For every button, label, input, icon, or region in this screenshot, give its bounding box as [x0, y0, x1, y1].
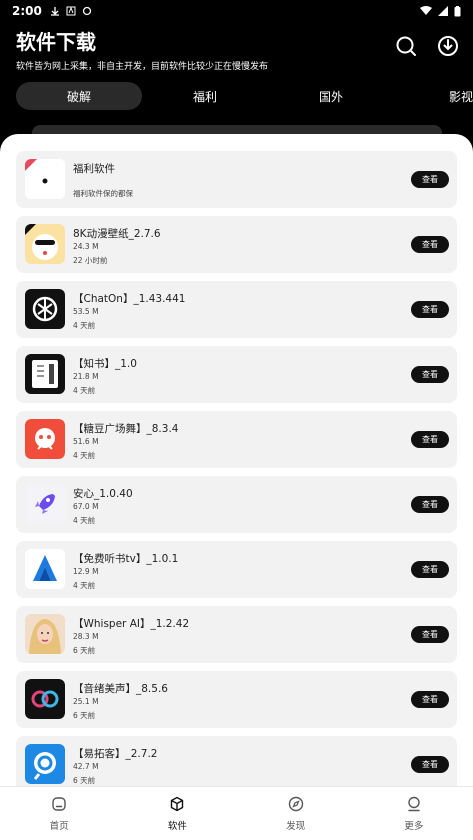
app-size: 28.3 M [73, 632, 99, 641]
app-name: 安心_1.0.40 [73, 488, 133, 500]
app-size: 24.3 M [73, 242, 99, 251]
app-name: 【音绪美声】_8.5.6 [73, 683, 168, 695]
app-size: 67.0 M [73, 502, 99, 511]
zhishu-icon [25, 354, 65, 394]
search-icon [396, 36, 416, 56]
nav-software-label: 软件 [167, 821, 187, 832]
app-header: 软件下载 软件皆为网上采集，非自主开发，目前软件比较少正在慢慢发布 [16, 26, 460, 72]
welfare-icon [25, 159, 65, 199]
nav-discover[interactable]: 发现 [237, 787, 355, 840]
page-subtitle: 软件皆为网上采集，非自主开发，目前软件比较少正在慢慢发布 [16, 62, 269, 72]
anime-wallpaper-icon [25, 224, 65, 264]
battery-icon [454, 5, 461, 16]
list-item[interactable]: 【糖豆广场舞】_8.3.4 51.6 M 4 天前 查看 [16, 411, 457, 468]
view-button[interactable]: 查看 [411, 236, 449, 253]
app-size: 12.9 M [73, 567, 99, 576]
wifi-icon [420, 6, 432, 15]
app-size: 42.7 M [73, 762, 99, 771]
app-time: 4 天前 [73, 581, 96, 590]
app-size: 21.8 M [73, 372, 99, 381]
user-icon [408, 796, 420, 812]
tangdou-icon [25, 419, 65, 459]
bottom-nav: 首页 软件 发现 更多 [0, 786, 473, 840]
app-time: 4 天前 [73, 516, 96, 525]
app-time: 6 天前 [73, 776, 96, 785]
tab-pojie[interactable]: 破解 [16, 82, 142, 110]
page-title: 软件下载 [16, 30, 96, 54]
download-button[interactable] [436, 34, 460, 58]
app-time: 4 天前 [73, 321, 96, 330]
list-item[interactable]: 8K动漫壁纸_2.7.6 24.3 M 22 小时前 查看 [16, 216, 457, 273]
app-name: 福利软件 [73, 163, 115, 175]
app-name: 【免费听书tv】_1.0.1 [73, 553, 179, 565]
font-status-icon [66, 6, 76, 16]
nav-more-label: 更多 [404, 821, 424, 832]
whisper-ai-icon [25, 614, 65, 654]
nav-more[interactable]: 更多 [355, 787, 473, 840]
view-button[interactable]: 查看 [411, 431, 449, 448]
home-icon [52, 797, 66, 811]
app-list-sheet[interactable]: 福利软件 福利软件保的都保 查看 8K动漫壁纸_2.7.6 24.3 M 22 … [0, 134, 473, 840]
chaton-icon [25, 289, 65, 329]
list-item[interactable]: 【免费听书tv】_1.0.1 12.9 M 4 天前 查看 [16, 541, 457, 598]
list-item[interactable]: 福利软件 福利软件保的都保 查看 [16, 151, 457, 208]
box-icon [171, 796, 184, 812]
download-status-icon [50, 7, 59, 16]
app-name: 【ChatOn】_1.43.441 [73, 293, 186, 305]
download-icon [438, 36, 458, 56]
list-item[interactable]: 【易拓客】_2.7.2 42.7 M 6 天前 查看 [16, 736, 457, 793]
app-status-icon [82, 6, 92, 16]
view-button[interactable]: 查看 [411, 626, 449, 643]
tab-guowai[interactable]: 国外 [268, 82, 394, 110]
app-size: 51.6 M [73, 437, 99, 446]
category-tabs: 破解 福利 国外 影视 [16, 82, 473, 110]
app-name: 【易拓客】_2.7.2 [73, 748, 158, 760]
list-item[interactable]: 【ChatOn】_1.43.441 53.5 M 4 天前 查看 [16, 281, 457, 338]
list-item[interactable]: 【Whisper AI】_1.2.42 28.3 M 6 天前 查看 [16, 606, 457, 663]
list-item[interactable]: 【音绪美声】_8.5.6 25.1 M 6 天前 查看 [16, 671, 457, 728]
app-time: 22 小时前 [73, 256, 108, 265]
app-size: 25.1 M [73, 697, 99, 706]
tab-yingshi[interactable]: 影视 [394, 82, 473, 110]
rocket-icon [25, 484, 65, 524]
app-time: 6 天前 [73, 711, 96, 720]
nav-home-label: 首页 [49, 821, 69, 832]
nav-home[interactable]: 首页 [0, 787, 118, 840]
app-desc: 福利软件保的都保 [73, 189, 133, 198]
app-time: 6 天前 [73, 646, 96, 655]
app-list: 福利软件 福利软件保的都保 查看 8K动漫壁纸_2.7.6 24.3 M 22 … [16, 151, 457, 801]
search-button[interactable] [394, 34, 418, 58]
app-time: 4 天前 [73, 386, 96, 395]
tab-fuli[interactable]: 福利 [142, 82, 268, 110]
signal-icon [438, 6, 448, 16]
view-button[interactable]: 查看 [411, 691, 449, 708]
status-time: 2:00 [12, 4, 42, 18]
app-name: 【糖豆广场舞】_8.3.4 [73, 423, 179, 435]
app-name: 【知书】_1.0 [73, 358, 137, 370]
status-bar: 2:00 [0, 0, 473, 22]
compass-icon [288, 796, 303, 812]
list-item[interactable]: 【知书】_1.0 21.8 M 4 天前 查看 [16, 346, 457, 403]
nav-software[interactable]: 软件 [118, 787, 236, 840]
voice-icon [25, 679, 65, 719]
yituoke-icon [25, 744, 65, 784]
app-time: 4 天前 [73, 451, 96, 460]
view-button[interactable]: 查看 [411, 561, 449, 578]
view-button[interactable]: 查看 [411, 171, 449, 188]
view-button[interactable]: 查看 [411, 301, 449, 318]
audiobook-icon [25, 549, 65, 589]
app-name: 8K动漫壁纸_2.7.6 [73, 228, 161, 240]
view-button[interactable]: 查看 [411, 496, 449, 513]
nav-discover-label: 发现 [286, 821, 306, 832]
app-name: 【Whisper AI】_1.2.42 [73, 618, 190, 630]
view-button[interactable]: 查看 [411, 366, 449, 383]
view-button[interactable]: 查看 [411, 756, 449, 773]
list-item[interactable]: 安心_1.0.40 67.0 M 4 天前 查看 [16, 476, 457, 533]
app-size: 53.5 M [73, 307, 99, 316]
